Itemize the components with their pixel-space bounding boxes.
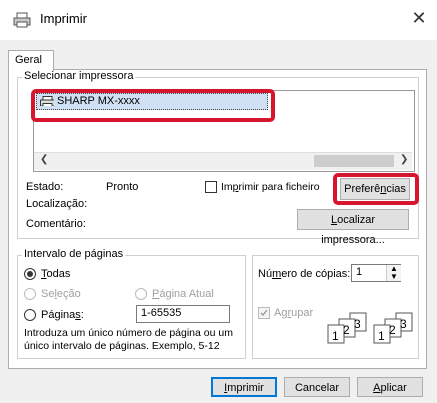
- print-button[interactable]: Imprimir: [211, 377, 277, 397]
- highlight-frame-preferences: [333, 173, 419, 205]
- collate-pages-icon-2: 1 2 3: [373, 312, 413, 344]
- pages-label[interactable]: Páginas:: [41, 309, 84, 321]
- svg-text:3: 3: [354, 317, 361, 331]
- printer-icon: [13, 12, 31, 28]
- estado-value: Pronto: [106, 181, 139, 193]
- cancel-button[interactable]: Cancelar: [284, 377, 350, 397]
- svg-text:3: 3: [400, 317, 407, 331]
- find-printer-button[interactable]: Localizar impressora...: [297, 209, 409, 246]
- page-range-group-label: Intervalo de páginas: [22, 248, 126, 260]
- current-page-label[interactable]: Página Atual: [152, 288, 214, 300]
- print-to-file-label[interactable]: Imprimir para ficheiro: [221, 181, 320, 193]
- scroll-right-icon[interactable]: ❯: [400, 154, 408, 165]
- all-pages-radio[interactable]: [24, 268, 36, 280]
- selection-label[interactable]: Seleção: [41, 288, 81, 300]
- checkmark-icon: [260, 309, 268, 317]
- close-icon[interactable]: ✕: [407, 6, 431, 30]
- current-page-radio[interactable]: [135, 288, 147, 300]
- svg-text:2: 2: [343, 323, 350, 337]
- svg-text:1: 1: [332, 329, 339, 343]
- pages-input[interactable]: 1-65535: [136, 305, 230, 323]
- localizacao-label: Localização:: [26, 198, 88, 210]
- title-bar: Imprimir ✕: [0, 0, 437, 40]
- estado-label: Estado:: [26, 181, 64, 193]
- page-range-help-line-2: único intervalo de páginas. Exemplo, 5-1…: [24, 340, 220, 352]
- select-printer-group-label: Selecionar impressora: [22, 70, 136, 82]
- comentario-label: Comentário:: [26, 218, 86, 230]
- selection-radio[interactable]: [24, 288, 36, 300]
- svg-text:2: 2: [389, 323, 396, 337]
- tab-geral[interactable]: Geral: [8, 50, 54, 71]
- scroll-left-icon[interactable]: ❮: [40, 154, 48, 165]
- highlight-frame: [31, 89, 275, 122]
- horizontal-scrollbar[interactable]: ❮ ❯: [34, 152, 412, 170]
- collate-pages-icon: 1 2 3: [327, 312, 367, 344]
- collate-label[interactable]: Agrupar: [274, 307, 313, 319]
- collate-checkbox[interactable]: [258, 307, 270, 319]
- apply-button[interactable]: Aplicar: [357, 377, 423, 397]
- window-title: Imprimir: [40, 11, 87, 26]
- svg-text:1: 1: [378, 329, 385, 343]
- pages-radio[interactable]: [24, 309, 36, 321]
- all-pages-label[interactable]: Todas: [41, 268, 70, 280]
- print-to-file-checkbox[interactable]: [205, 181, 217, 193]
- page-range-help-line-1: Introduza um único número de página ou u…: [24, 327, 233, 339]
- scroll-thumb[interactable]: [314, 155, 394, 167]
- number-of-copies-label: Número de cópias:: [258, 268, 351, 280]
- copies-spinner-icon[interactable]: ▲ ▼: [386, 265, 401, 281]
